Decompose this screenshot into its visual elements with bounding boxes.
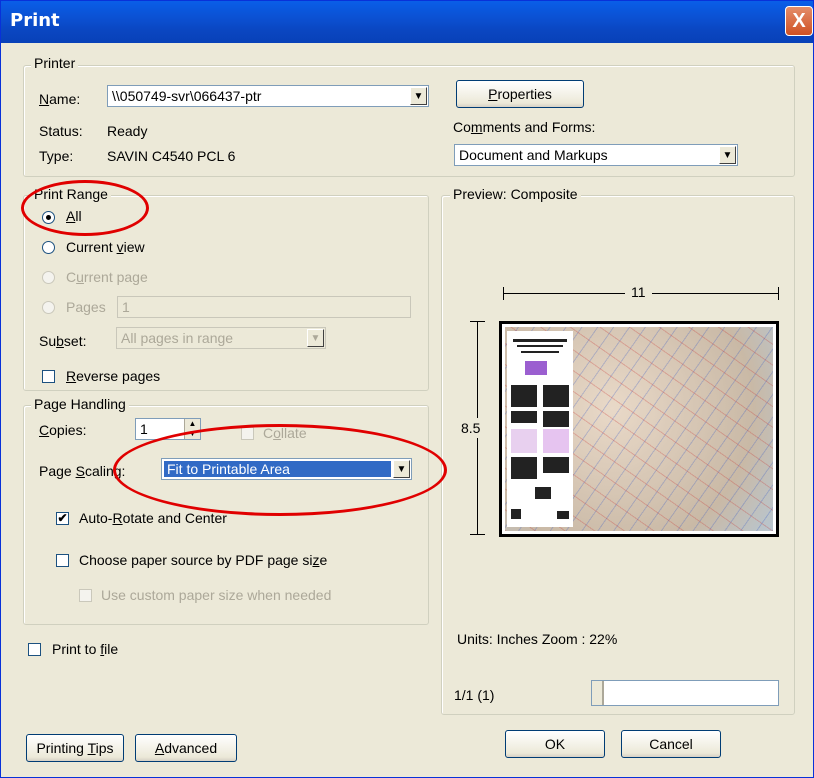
cancel-button[interactable]: Cancel — [621, 730, 721, 758]
printer-status-label: Status: — [39, 123, 83, 139]
paper-source-checkbox[interactable] — [56, 554, 69, 567]
printer-type-label: Type: — [39, 148, 74, 164]
subset-select: All pages in range ▼ — [116, 327, 326, 349]
reverse-pages-checkbox[interactable] — [42, 370, 55, 383]
units-zoom-readout: Units: Inches Zoom : 22% — [457, 631, 618, 647]
spinner-arrows-icon[interactable]: ▲ ▼ — [184, 419, 200, 439]
collate-checkbox — [241, 427, 254, 440]
copies-stepper[interactable]: 1 ▲ ▼ — [135, 418, 201, 440]
page-scaling-value: Fit to Printable Area — [167, 461, 290, 477]
title-bar[interactable]: Print X — [1, 1, 813, 43]
width-dimension-tick-left — [503, 287, 504, 300]
radio-current-page — [42, 271, 55, 284]
print-to-file-checkbox[interactable] — [28, 643, 41, 656]
chevron-down-icon: ▼ — [410, 87, 427, 105]
printer-name-select[interactable]: \\050749-svr\066437-ptr ▼ — [107, 85, 429, 107]
radio-pages-label: Pages — [66, 299, 106, 315]
chevron-down-icon: ▼ — [393, 460, 410, 478]
radio-all-label[interactable]: All — [66, 208, 82, 224]
custom-paper-label: Use custom paper size when needed — [101, 587, 332, 603]
height-dimension-label: 8.5 — [461, 418, 481, 438]
chevron-down-icon: ▼ — [719, 146, 736, 164]
print-to-file-label[interactable]: Print to file — [52, 641, 118, 657]
paper-source-label[interactable]: Choose paper source by PDF page size — [79, 552, 327, 568]
printer-status-value: Ready — [107, 123, 148, 139]
pages-input-value: 1 — [122, 299, 130, 315]
ok-button[interactable]: OK — [505, 730, 605, 758]
printing-tips-button-label: Printing Tips — [36, 740, 114, 756]
cancel-button-label: Cancel — [649, 736, 693, 752]
radio-all[interactable] — [42, 211, 55, 224]
ok-button-label: OK — [544, 736, 566, 752]
comments-forms-value: Document and Markups — [459, 147, 608, 163]
close-button[interactable]: X — [785, 6, 813, 36]
window-title: Print — [10, 10, 60, 31]
checkmark-icon: ✔ — [57, 511, 68, 525]
page-slider[interactable] — [591, 680, 779, 706]
reverse-pages-label[interactable]: Reverse pages — [66, 368, 160, 384]
subset-value: All pages in range — [121, 330, 234, 346]
printer-type-value: SAVIN C4540 PCL 6 — [107, 148, 236, 164]
radio-current-page-label: Current page — [66, 269, 148, 285]
subset-label: Subset: — [39, 333, 87, 349]
printer-group-label: Printer — [31, 55, 79, 71]
collate-label: Collate — [263, 425, 307, 441]
close-icon: X — [792, 10, 806, 32]
height-dimension-tick-bottom — [470, 534, 485, 535]
chevron-down-icon: ▼ — [307, 329, 324, 347]
auto-rotate-label[interactable]: Auto-Rotate and Center — [79, 510, 227, 526]
printer-name-label: Name: — [39, 91, 81, 107]
page-slider-thumb[interactable] — [592, 681, 604, 705]
copies-value: 1 — [140, 421, 148, 437]
width-dimension-tick-right — [778, 287, 779, 300]
advanced-button[interactable]: Advanced — [135, 734, 237, 762]
printing-tips-button[interactable]: Printing Tips — [26, 734, 124, 762]
copies-label: Copies: — [39, 422, 87, 438]
radio-current-view-label[interactable]: Current view — [66, 239, 145, 255]
width-dimension-label: 11 — [625, 284, 652, 300]
page-scaling-select[interactable]: Fit to Printable Area ▼ — [161, 458, 412, 480]
preview-group-label: Preview: Composite — [450, 186, 581, 202]
print-dialog: Print X Printer Name: \\050749-svr\06643… — [0, 0, 814, 778]
radio-pages — [42, 301, 55, 314]
page-handling-group-label: Page Handling — [31, 396, 129, 412]
radio-current-view[interactable] — [42, 241, 55, 254]
advanced-button-label: Advanced — [154, 740, 218, 756]
custom-paper-checkbox — [79, 589, 92, 602]
print-range-group-label: Print Range — [31, 186, 111, 202]
comments-forms-label: Comments and Forms: — [453, 119, 596, 135]
height-dimension-tick-top — [470, 321, 485, 322]
auto-rotate-checkbox[interactable]: ✔ — [56, 512, 69, 525]
pages-input: 1 — [117, 296, 411, 318]
comments-forms-select[interactable]: Document and Markups ▼ — [454, 144, 738, 166]
page-indicator: 1/1 (1) — [454, 687, 495, 703]
properties-button-label: Properties — [488, 86, 552, 102]
properties-button[interactable]: Properties — [456, 80, 584, 108]
map-legend-panel — [507, 331, 573, 527]
print-range-group — [23, 195, 429, 391]
printer-name-value: \\050749-svr\066437-ptr — [112, 88, 262, 104]
page-scaling-label: Page Scaling: — [39, 463, 126, 479]
